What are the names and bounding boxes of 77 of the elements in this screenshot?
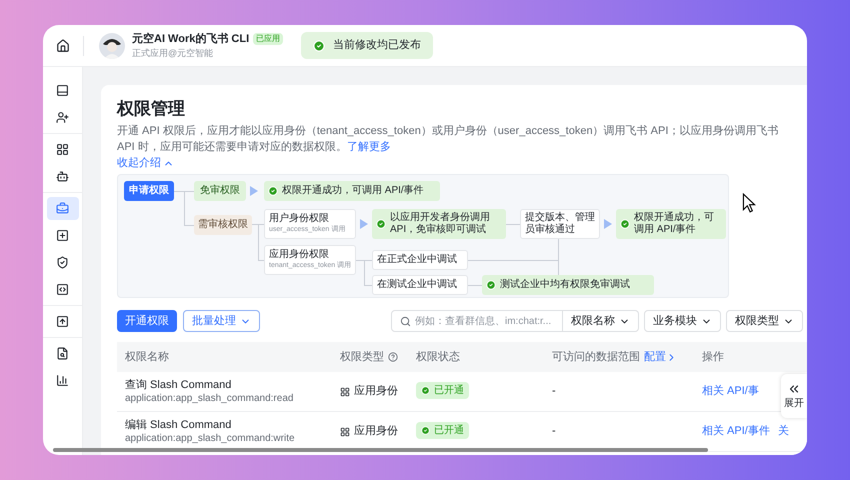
robot-icon [56, 170, 69, 183]
home-icon[interactable] [56, 38, 70, 52]
permission-scope: application:app_slash_command:write [125, 432, 296, 445]
data-range: - [552, 385, 556, 398]
check-icon [486, 280, 496, 290]
grid-icon [340, 426, 350, 436]
code-icon [56, 283, 69, 296]
arrow-icon [250, 186, 258, 196]
flow-node: 提交版本、管理员审核通过 [520, 209, 600, 239]
permission-name: 查询 Slash Command [125, 378, 232, 392]
open-permission-button[interactable]: 开通权限 [117, 310, 177, 332]
bar-chart-icon [56, 374, 69, 387]
connector-line [506, 224, 520, 225]
permission-type: 应用身份 [354, 384, 398, 400]
search-field[interactable]: 例如：查看群信息、im:chat:r... [391, 310, 563, 332]
column-header: 可访问的数据范围 [552, 350, 640, 365]
configure-link[interactable]: 配置 [644, 348, 677, 366]
mouse-pointer-icon [742, 193, 756, 213]
arrow-icon [360, 219, 368, 229]
flow-node: 权限开通成功，可调用 API/事件 [264, 181, 440, 201]
status-tag: 已开通 [416, 422, 469, 440]
check-icon [268, 186, 278, 196]
permission-scope: application:app_slash_command:read [125, 392, 294, 405]
page-description: 开通 API 权限后，应用才能以应用身份（tenant_access_token）或用户身份（user_access_token）调用飞书 API；以应用身份调用飞书 API 时，应用可能还需要申请对应的数据权限。了解更多 [117, 124, 780, 155]
action-link[interactable]: 相关 API/事 [702, 383, 759, 400]
success-toast: 当前修改均已发布 [301, 32, 434, 59]
flow-node: 需审核权限 [194, 215, 252, 235]
grid-icon [340, 386, 350, 396]
action-link[interactable]: 相关 API/事件 [702, 423, 770, 440]
expand-panel[interactable]: 展开 [781, 374, 807, 418]
learn-more-link[interactable]: 了解更多 [346, 141, 391, 153]
status-tag: 已应用 [253, 32, 284, 45]
plus-square-icon [56, 229, 69, 242]
check-icon [620, 219, 630, 229]
action-link[interactable]: 关 [778, 423, 789, 440]
column-header: 权限类型 [340, 350, 384, 365]
flow-node: 以应用开发者身份调用 API，免审核即可调试 [372, 209, 506, 239]
filter-select[interactable]: 业务模块 [644, 310, 721, 332]
permission-name: 编辑 Slash Command [125, 418, 232, 432]
column-header: 操作 [702, 350, 724, 365]
flow-node: 在正式企业中调试 [372, 250, 468, 270]
column-header: 权限状态 [416, 350, 460, 365]
panel-icon [56, 84, 69, 97]
check-icon [421, 426, 430, 436]
node-label: 应用身份权限 [269, 249, 330, 261]
column-header: 权限名称 [125, 350, 169, 365]
page-title: 权限管理 [117, 98, 186, 120]
shield-check-icon [56, 256, 69, 269]
arrow-icon [604, 219, 612, 229]
flow-node: 在测试企业中调试 [372, 275, 468, 295]
scope-select[interactable]: 权限名称 [563, 310, 639, 332]
check-icon [421, 386, 430, 396]
data-range: - [552, 425, 556, 438]
permission-type: 应用身份 [354, 424, 398, 440]
status-tag: 已开通 [416, 382, 469, 400]
search-icon [400, 316, 411, 326]
collapse-link[interactable]: 收起介绍 [117, 155, 174, 171]
horizontal-scrollbar[interactable] [53, 448, 708, 452]
user-plus-icon [56, 111, 69, 124]
node-label: 用户身份权限 [269, 213, 330, 225]
flow-node: 申请权限 [124, 181, 174, 201]
connector-line [468, 285, 482, 286]
app-name: 元空AI Work的飞书 CLI [132, 32, 250, 46]
grid-icon [56, 143, 69, 156]
flow-node: 免审权限 [194, 181, 246, 201]
document-search-icon [56, 347, 69, 360]
check-icon [313, 40, 326, 52]
upload-icon [56, 315, 69, 328]
filter-select[interactable]: 权限类型 [726, 310, 803, 332]
help-icon[interactable] [388, 352, 398, 362]
app-subtitle: 正式应用@元空智能 [132, 47, 214, 60]
flow-node: 权限开通成功，可调用 API/事件 [616, 209, 726, 239]
check-icon [376, 219, 386, 229]
batch-dropdown[interactable]: 批量处理 [183, 310, 260, 332]
flow-node: 测试企业中均有权限免审调试 [482, 275, 654, 295]
avatar-icon [99, 32, 125, 58]
briefcase-icon [56, 202, 69, 215]
